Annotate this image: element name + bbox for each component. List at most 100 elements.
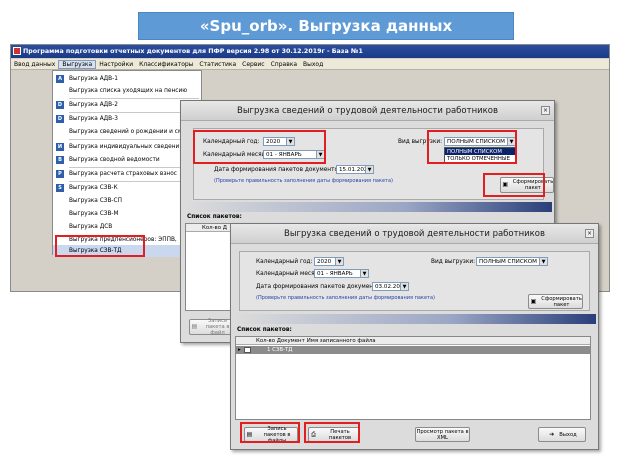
menu-item-label: Выгрузка сводной ведомости — [69, 157, 160, 163]
menu-item-birth-death[interactable]: Выгрузка сведений о рождении и см — [53, 126, 201, 138]
menu-item-summary[interactable]: B Выгрузка сводной ведомости — [53, 154, 201, 166]
form-package-label: Сформировать пакет — [541, 295, 582, 308]
highlight-year-month — [193, 130, 326, 164]
menu-item-adv1[interactable]: A Выгрузка АДВ-1 — [53, 73, 201, 85]
menu-item-label: Выгрузка сведений о рождении и см — [69, 129, 183, 135]
adv3-icon: D — [56, 115, 64, 123]
menu-item-szv-k[interactable]: S Выгрузка СЗВ-К — [53, 182, 201, 194]
menu-item-label: Выгрузка СЗВ-К — [69, 185, 118, 191]
save-icon: ▤ — [191, 323, 198, 330]
table-row[interactable]: ▸ 1 СЗВ-ТД — [236, 346, 590, 354]
highlight-form-button — [483, 173, 545, 197]
row-package-name: 1 СЗВ-ТД — [267, 347, 293, 353]
close-icon[interactable]: × — [585, 229, 594, 238]
menu-item-label: Выгрузка списка уходящих на пенсию — [69, 88, 188, 94]
menu-statistics[interactable]: Статистика — [196, 61, 239, 68]
window-title: Выгрузка сведений о трудовой деятельност… — [181, 101, 554, 121]
menu-settings[interactable]: Настройки — [96, 61, 136, 68]
package-icon: ▣ — [530, 297, 537, 305]
slide-title: «Spu_orb». Выгрузка данных — [199, 17, 453, 35]
month-select[interactable]: 01 - ЯНВАРЬ ▼ — [314, 269, 369, 278]
menu-item-label: Выгрузка расчета страховых взнос — [69, 171, 177, 177]
highlight-save-button — [240, 422, 300, 443]
menu-item-label: Выгрузка АДВ-2 — [69, 102, 118, 108]
highlight-print-button — [304, 422, 360, 443]
col-count-header: Кол-во Документ — [256, 337, 305, 344]
menu-service[interactable]: Сервис — [239, 61, 267, 68]
chevron-down-icon: ▼ — [360, 270, 368, 277]
close-icon[interactable]: × — [541, 106, 550, 115]
slide-title-banner: «Spu_orb». Выгрузка данных — [138, 12, 514, 40]
app-titlebar: Программа подготовки отчетных документов… — [11, 45, 609, 58]
menu-item-adv2[interactable]: D Выгрузка АДВ-2 — [53, 99, 201, 111]
year-value: 2020 — [317, 258, 332, 265]
menu-item-label: Выгрузка индивидуальных сведени — [69, 144, 180, 150]
view-xml-label: Просмотр пакета в XML — [416, 428, 469, 441]
date-input[interactable]: 03.02.2020 ▼ — [372, 282, 409, 291]
year-label: Календарный год: — [256, 259, 313, 265]
year-select[interactable]: 2020 ▼ — [314, 257, 344, 266]
date-label: Дата формирования пакетов документов: — [256, 284, 386, 290]
menu-item-label: Выгрузка АДВ-3 — [69, 116, 118, 122]
menu-export[interactable]: Выгрузка — [58, 59, 97, 69]
menu-item-adv3[interactable]: D Выгрузка АДВ-3 — [53, 113, 201, 125]
packages-list-label: Список пакетов: — [237, 327, 292, 333]
row-checkbox[interactable] — [244, 347, 251, 353]
col-file-header: Имя записанного файла — [306, 337, 376, 344]
app-menubar: Ввод данных Выгрузка Настройки Классифик… — [11, 59, 609, 70]
date-input[interactable]: 15.01.2020 ▼ — [336, 165, 374, 174]
menu-classifiers[interactable]: Классификаторы — [136, 61, 196, 68]
menu-item-szv-m[interactable]: Выгрузка СЗВ-М — [53, 208, 201, 220]
exit-icon: ➔ — [549, 430, 555, 438]
menu-item-pension-list[interactable]: Выгрузка списка уходящих на пенсию — [53, 85, 201, 97]
menu-item-label: Выгрузка ДСВ — [69, 224, 113, 230]
col-count-header: Кол-во Д — [202, 224, 227, 231]
divider-bar — [235, 314, 596, 324]
menu-item-dsv[interactable]: Выгрузка ДСВ — [53, 221, 201, 233]
export-type-value: ПОЛНЫМ СПИСКОМ — [479, 258, 537, 265]
blank-icon — [56, 210, 64, 218]
month-label: Календарный месяц: — [256, 271, 321, 277]
menu-item-label: Выгрузка СЗВ-СП — [69, 198, 122, 204]
exit-label: Выход — [559, 431, 577, 438]
chevron-down-icon: ▼ — [365, 166, 373, 173]
blank-icon — [56, 223, 64, 231]
export-window-2: Выгрузка сведений о трудовой деятельност… — [230, 223, 599, 450]
view-xml-button[interactable]: Просмотр пакета в XML — [415, 427, 470, 442]
window-title-text: Выгрузка сведений о трудовой деятельност… — [284, 228, 545, 239]
highlight-szv-td — [55, 235, 145, 257]
window-title-text: Выгрузка сведений о трудовой деятельност… — [237, 105, 498, 116]
menu-input[interactable]: Ввод данных — [11, 61, 58, 68]
menu-help[interactable]: Справка — [268, 61, 300, 68]
export-type-label: Вид выгрузки: — [431, 259, 476, 265]
grid-header: Кол-во Документ Имя записанного файла — [236, 337, 590, 345]
chevron-down-icon: ▼ — [400, 283, 408, 290]
exit-button[interactable]: ➔ Выход — [538, 427, 586, 442]
menu-exit[interactable]: Выход — [300, 61, 326, 68]
chevron-down-icon: ▼ — [539, 258, 547, 265]
blank-icon — [56, 87, 64, 95]
save-package-button[interactable]: ▤ Запись пакета в файл — [189, 318, 234, 336]
menu-item-contributions[interactable]: P Выгрузка расчета страховых взнос — [53, 168, 201, 180]
adv2-icon: D — [56, 101, 64, 109]
menu-item-label: Выгрузка СЗВ-М — [69, 211, 119, 217]
window-title: Выгрузка сведений о трудовой деятельност… — [231, 224, 598, 244]
params-panel: Календарный год: 2020 ▼ Календарный меся… — [239, 251, 590, 311]
contributions-icon: P — [56, 170, 64, 178]
menu-item-individual[interactable]: И Выгрузка индивидуальных сведени — [53, 141, 201, 153]
blank-icon — [56, 197, 64, 205]
date-hint: (Проверьте правильность заполнения даты … — [256, 295, 435, 301]
form-package-button[interactable]: ▣ Сформировать пакет — [528, 294, 583, 309]
export-type-select[interactable]: ПОЛНЫМ СПИСКОМ ▼ — [476, 257, 548, 266]
blank-icon — [56, 128, 64, 136]
menu-item-szv-sp[interactable]: Выгрузка СЗВ-СП — [53, 195, 201, 207]
individual-icon: И — [56, 143, 64, 151]
menu-item-label: Выгрузка АДВ-1 — [69, 76, 118, 82]
grid-header: Кол-во Д — [186, 224, 234, 232]
app-icon — [13, 47, 21, 55]
packages-grid: Кол-во Документ Имя записанного файла ▸ … — [235, 336, 591, 420]
app-title: Программа подготовки отчетных документов… — [23, 48, 363, 55]
summary-icon: B — [56, 156, 64, 164]
adv1-icon: A — [56, 75, 64, 83]
szv-k-icon: S — [56, 184, 64, 192]
